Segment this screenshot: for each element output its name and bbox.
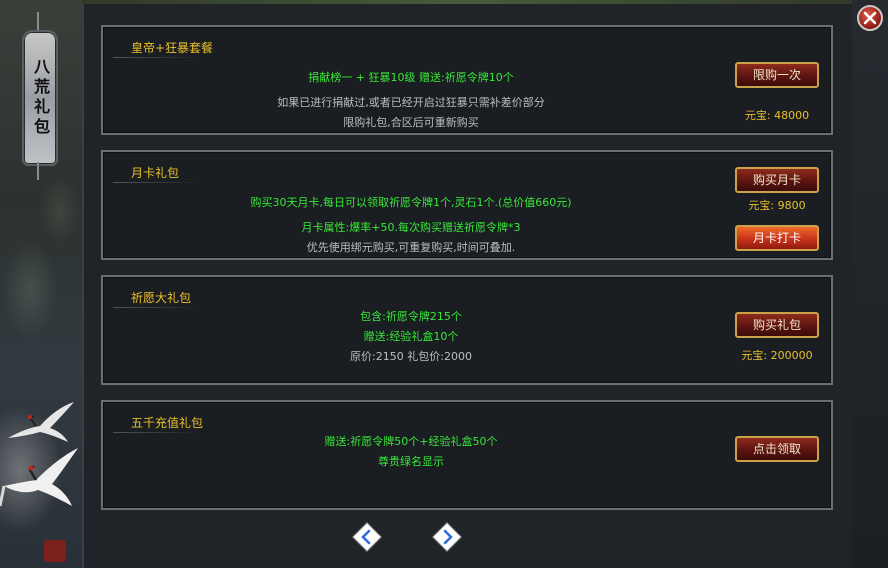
panel-line: 优先使用绑元购买,可重复购买,时间可叠加.: [306, 241, 516, 254]
right-rail: [852, 0, 888, 568]
panel-title: 月卡礼包: [131, 166, 180, 180]
side-tab[interactable]: 八荒礼包: [20, 12, 58, 180]
chevron-right-icon: [432, 522, 462, 552]
tab-rod-bottom: [37, 162, 39, 180]
package-panel-wish: 祈愿大礼包 包含:祈愿令牌215个 赠送:经验礼盒10个 原价:2150 礼包价…: [101, 275, 833, 385]
crane-icon: [0, 448, 78, 507]
prev-page-button[interactable]: [352, 522, 382, 552]
title-divider: [113, 182, 203, 183]
panel-line: 赠送:祈愿令牌50个+经验礼盒50个: [324, 435, 498, 448]
crane-icon: [8, 402, 74, 442]
package-panel-monthly-card: 月卡礼包 购买30天月卡,每日可以领取祈愿令牌1个,灵石1个.(总价值660元)…: [101, 150, 833, 260]
price-label: 元宝: 200000: [741, 349, 813, 362]
panel-line: 如果已进行捐献过,或者已经开启过狂暴只需补差价部分: [277, 96, 545, 109]
top-strip: [82, 0, 852, 4]
panel-title: 祈愿大礼包: [131, 291, 192, 305]
chevron-left-icon: [352, 522, 382, 552]
panel-line: 原价:2150 礼包价:2000: [350, 350, 472, 363]
panel-line: 购买30天月卡,每日可以领取祈愿令牌1个,灵石1个.(总价值660元): [250, 196, 572, 209]
tab-label: 八荒礼包: [31, 58, 50, 138]
monthly-card-checkin-button[interactable]: 月卡打卡: [735, 225, 819, 251]
panel-title: 五千充值礼包: [131, 416, 204, 430]
price-label: 元宝: 9800: [748, 199, 806, 212]
package-panel-recharge: 五千充值礼包 赠送:祈愿令牌50个+经验礼盒50个 尊贵绿名显示 点击领取: [101, 400, 833, 510]
price-label: 元宝: 48000: [744, 109, 810, 122]
panel-line: 赠送:经验礼盒10个: [363, 330, 459, 343]
package-panel-emperor: 皇帝+狂暴套餐 捐献榜一 + 狂暴10级 赠送:祈愿令牌10个 如果已进行捐献过…: [101, 25, 833, 135]
mountain-background: [0, 170, 82, 430]
next-page-button[interactable]: [432, 522, 462, 552]
panel-line: 包含:祈愿令牌215个: [360, 310, 462, 323]
panel-line: 捐献榜一 + 狂暴10级 赠送:祈愿令牌10个: [308, 71, 514, 84]
buy-monthly-card-button[interactable]: 购买月卡: [735, 167, 819, 193]
panel-line: 尊贵绿名显示: [378, 455, 444, 468]
title-divider: [113, 57, 203, 58]
panel-line: 月卡属性:爆率+50.每次购买赠送祈愿令牌*3: [301, 221, 521, 234]
close-icon: [863, 11, 877, 25]
buy-package-button[interactable]: 购买礼包: [735, 312, 819, 338]
limited-buy-button[interactable]: 限购一次: [735, 62, 819, 88]
seal-stamp: [44, 540, 66, 562]
panel-title: 皇帝+狂暴套餐: [131, 41, 214, 55]
tab-rod-top: [37, 12, 39, 30]
tab-plaque: 八荒礼包: [22, 30, 58, 166]
close-button[interactable]: [857, 5, 883, 31]
panel-line: 限购礼包,合区后可重新购买: [343, 116, 479, 129]
claim-button[interactable]: 点击领取: [735, 436, 819, 462]
